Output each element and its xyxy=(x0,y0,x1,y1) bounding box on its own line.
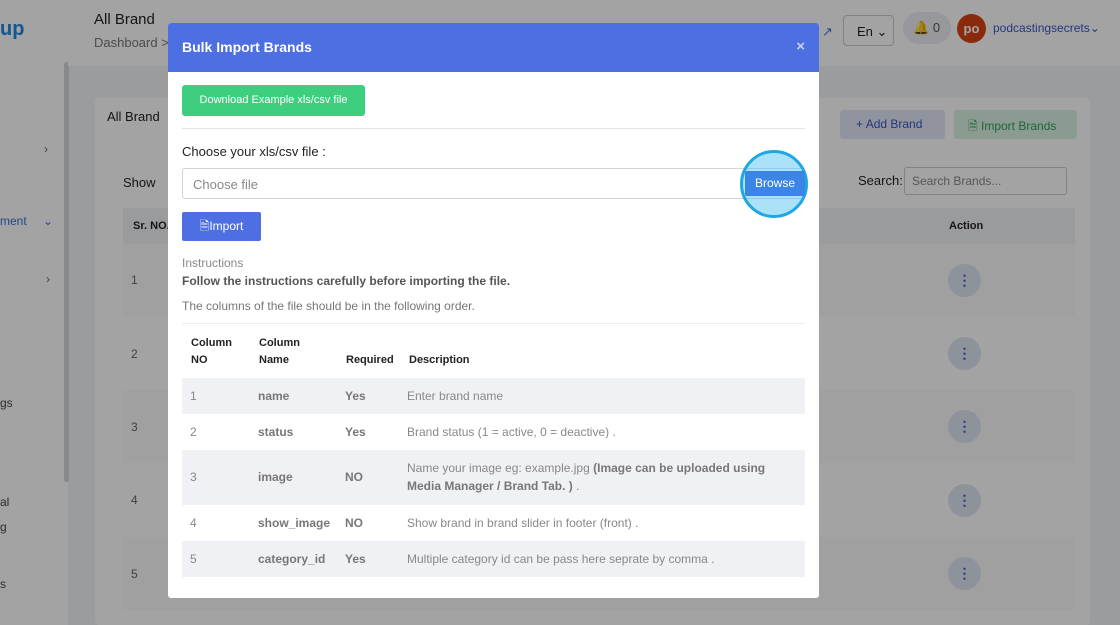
cell-name: status xyxy=(258,425,294,439)
close-icon[interactable]: × xyxy=(796,38,805,55)
cell-description: Brand status (1 = active, 0 = deactive) … xyxy=(407,425,616,439)
modal-title: Bulk Import Brands xyxy=(182,39,312,55)
modal-header: Bulk Import Brands × xyxy=(168,23,819,72)
cell-description: Enter brand name xyxy=(407,389,504,403)
cell-no: 3 xyxy=(190,470,197,484)
table-row: 4 show_image NO Show brand in brand slid… xyxy=(182,505,805,541)
cell-name: name xyxy=(258,389,290,403)
cell-required: Yes xyxy=(345,425,366,439)
cell-description: Show brand in brand slider in footer (fr… xyxy=(407,516,639,530)
cell-required: Yes xyxy=(345,552,366,566)
header-required: Required xyxy=(346,354,394,366)
import-label: Import xyxy=(209,219,244,233)
bulk-import-modal: Bulk Import Brands × Download Example xl… xyxy=(168,23,819,598)
cell-no: 1 xyxy=(190,389,197,403)
header-description: Description xyxy=(409,354,470,366)
download-example-button[interactable]: Download Example xls/csv file xyxy=(182,85,365,116)
instructions-order: The columns of the file should be in the… xyxy=(182,299,475,313)
instructions-table-header: Column NO Column Name Required Description xyxy=(182,335,805,377)
table-row: 1 name Yes Enter brand name xyxy=(182,378,805,414)
divider xyxy=(182,128,805,129)
instructions-title: Instructions xyxy=(182,256,244,270)
cell-required: NO xyxy=(345,470,363,484)
table-row: 2 status Yes Brand status (1 = active, 0… xyxy=(182,414,805,450)
cell-no: 2 xyxy=(190,425,197,439)
divider xyxy=(182,323,805,324)
table-row: 3 image NO Name your image eg: example.j… xyxy=(182,450,805,505)
browse-button[interactable]: Browse xyxy=(745,171,805,196)
cell-name: category_id xyxy=(258,552,326,566)
instructions-note: Follow the instructions carefully before… xyxy=(182,274,511,288)
cell-name: show_image xyxy=(258,516,331,530)
table-row: 5 category_id Yes Multiple category id c… xyxy=(182,541,805,577)
cell-name: image xyxy=(258,470,293,484)
cell-no: 5 xyxy=(190,552,197,566)
cell-required: NO xyxy=(345,516,363,530)
import-button[interactable]: 🗎Import xyxy=(182,212,261,241)
excel-file-icon: 🗎 xyxy=(199,219,210,233)
cell-description: Name your image eg: example.jpg (Image c… xyxy=(407,461,766,493)
header-column-no: Column NO xyxy=(191,337,232,366)
cell-required: Yes xyxy=(345,389,366,403)
file-input[interactable]: Choose file xyxy=(182,168,805,199)
cell-description: Multiple category id can be pass here se… xyxy=(407,552,715,566)
cell-no: 4 xyxy=(190,516,197,530)
header-column-name: Column Name xyxy=(259,337,300,366)
choose-file-label: Choose your xls/csv file : xyxy=(182,144,326,159)
